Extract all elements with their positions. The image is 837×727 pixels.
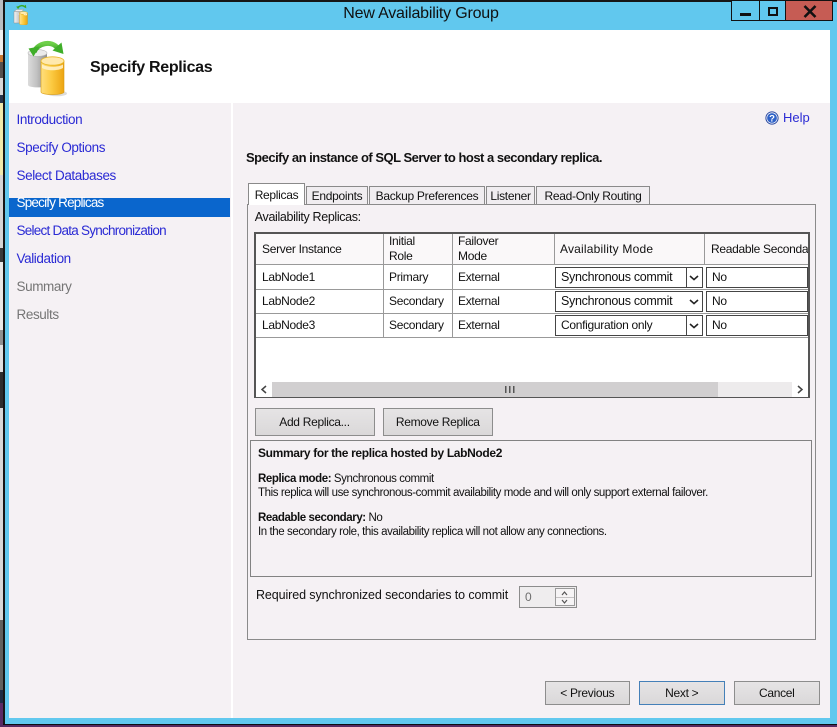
svg-text:?: ? (769, 113, 775, 124)
